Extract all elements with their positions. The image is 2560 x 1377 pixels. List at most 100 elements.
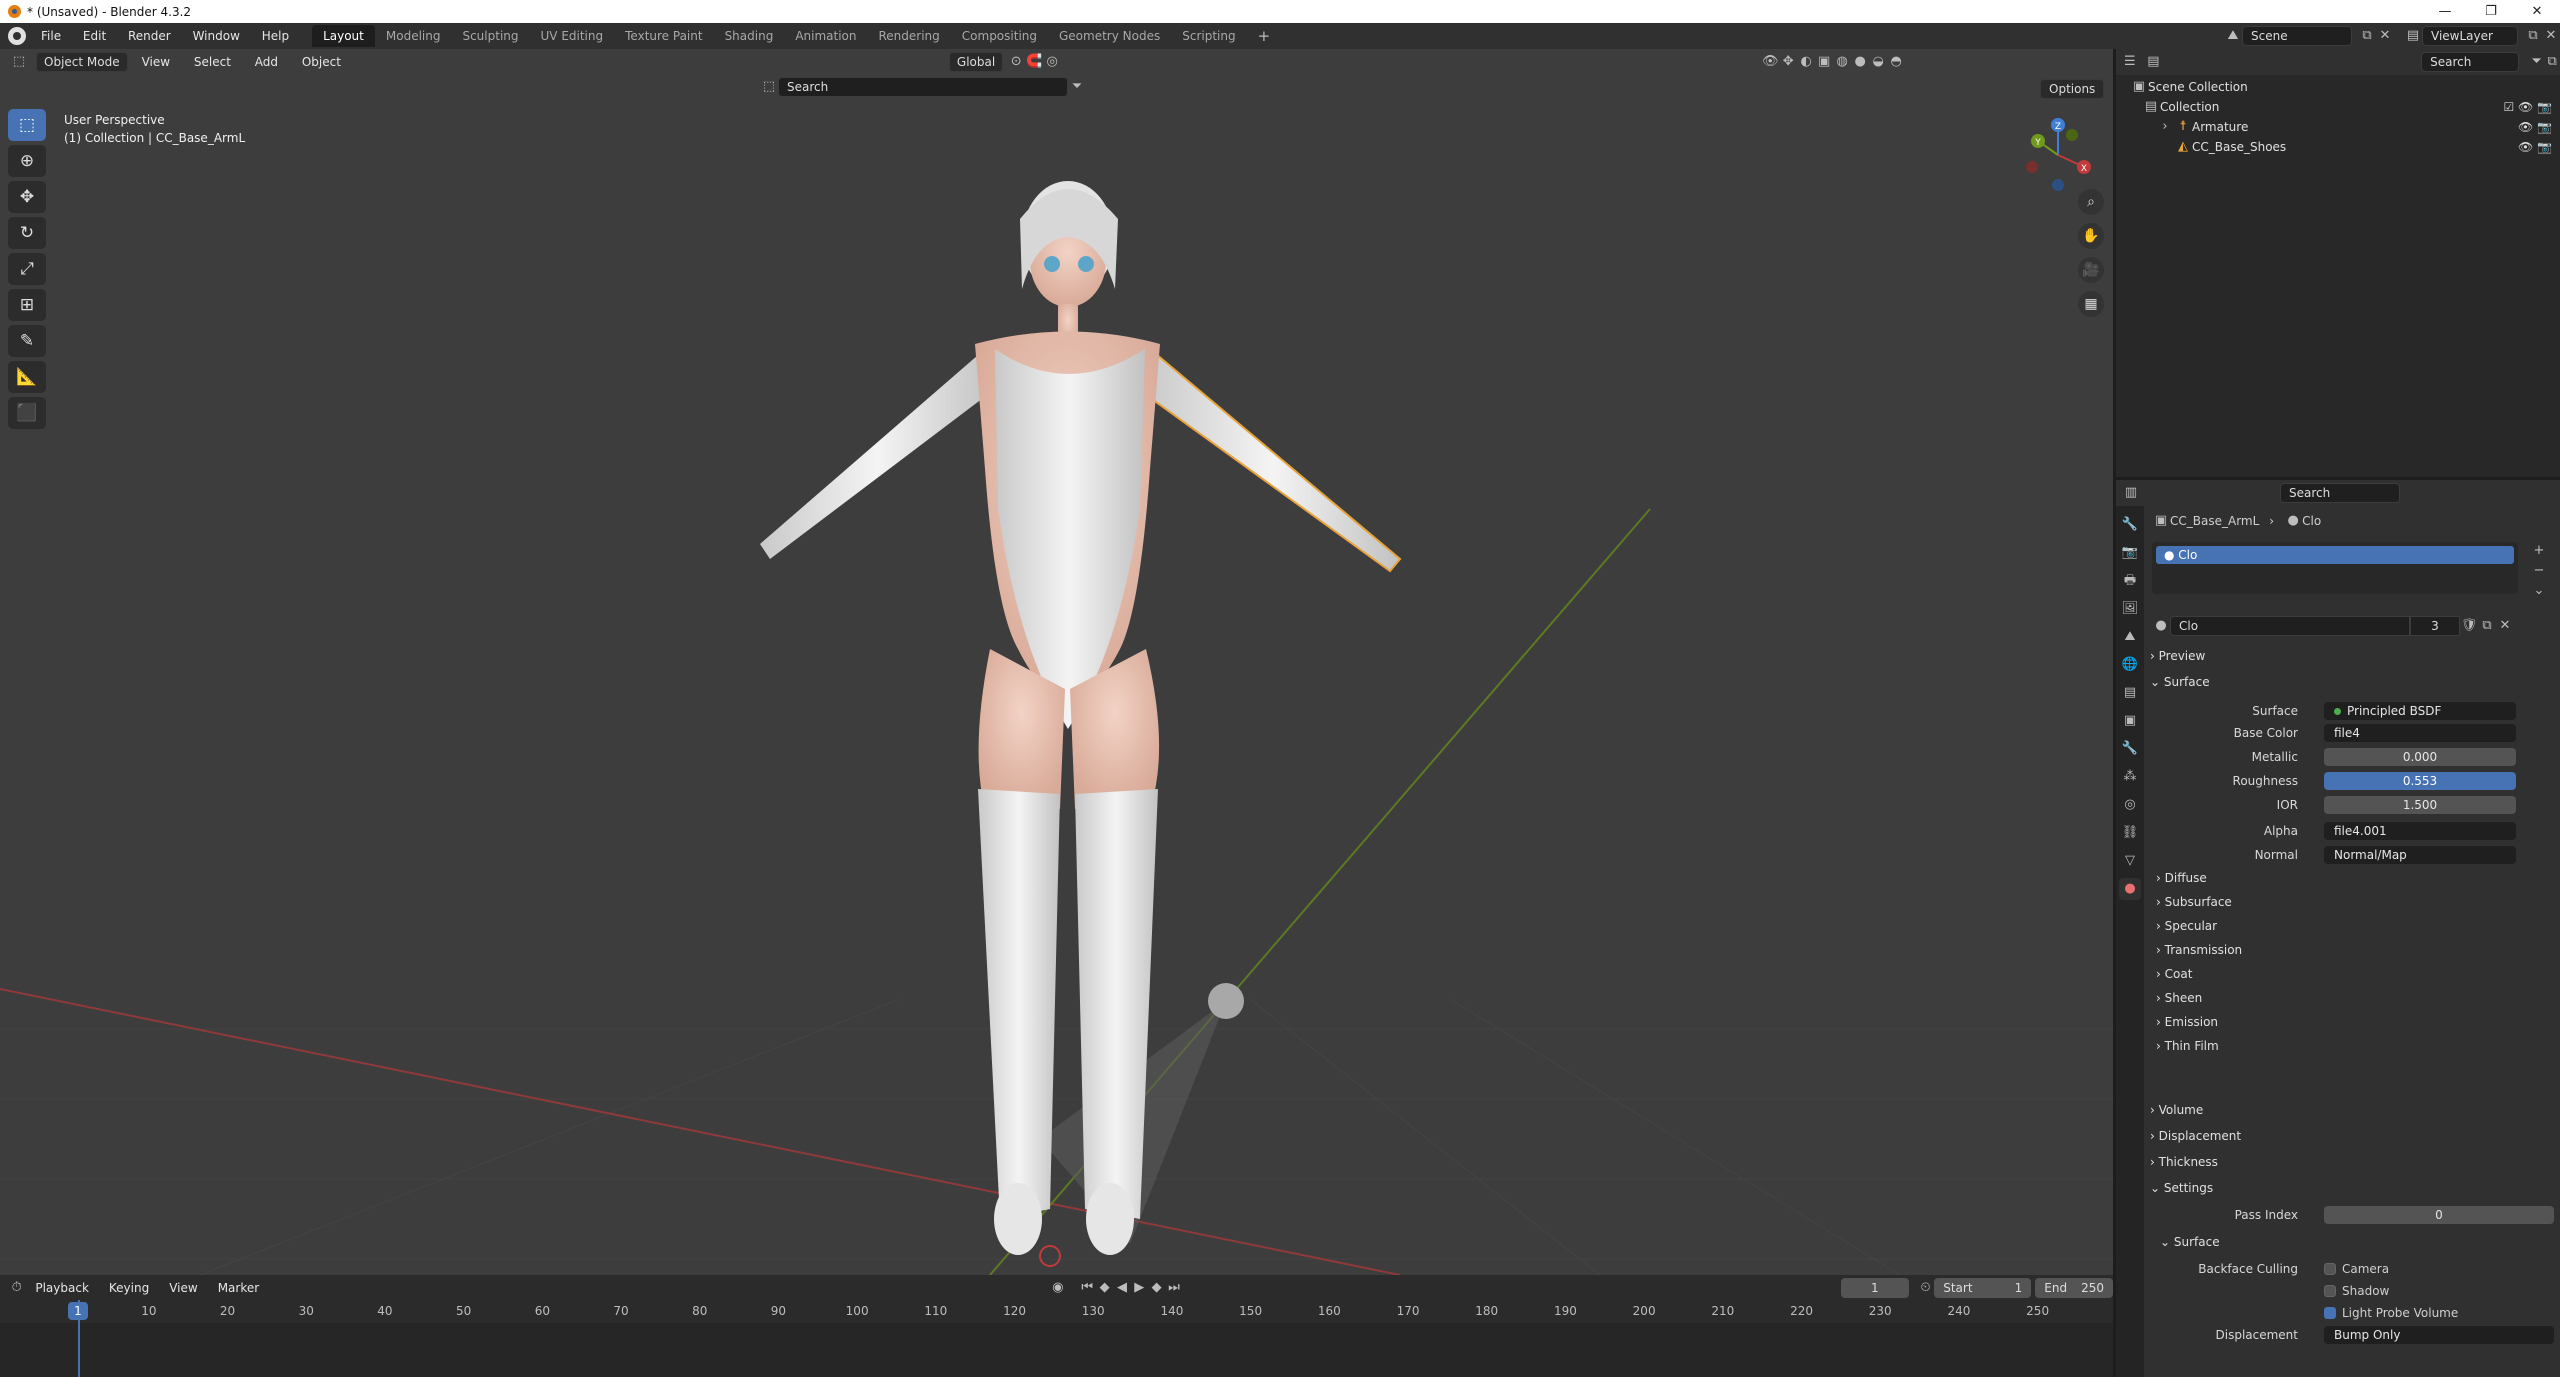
constraints-tab-icon[interactable]: ⛓ xyxy=(2119,822,2141,844)
visibility-icon[interactable]: 👁 xyxy=(1761,53,1779,71)
input-value-field[interactable]: 1.500 xyxy=(2324,796,2516,814)
modifier-tab-icon[interactable]: 🔧 xyxy=(2119,738,2141,760)
timeline-editor[interactable]: ⏱ Playback Keying View Marker ◉ ⏮ ◆ ◀ ▶ … xyxy=(0,1275,2114,1377)
input-value-field[interactable]: Normal/Map xyxy=(2324,846,2516,864)
unlink-material-icon[interactable]: ✕ xyxy=(2496,617,2514,635)
fake-user-icon[interactable]: 🛡 xyxy=(2460,617,2478,635)
material-users-count[interactable]: 3 xyxy=(2410,616,2460,636)
subpanel-header[interactable]: › Subsurface xyxy=(2156,892,2232,912)
tab-sculpting[interactable]: Sculpting xyxy=(451,25,529,47)
scale-tool-icon[interactable]: ⤢ xyxy=(8,253,46,285)
3d-viewport[interactable]: ⬚ Object Mode View Select Add Object Glo… xyxy=(0,49,2113,1275)
rotate-tool-icon[interactable]: ↻ xyxy=(8,217,46,249)
subpanel-header[interactable]: › Coat xyxy=(2156,964,2192,984)
xray-icon[interactable]: ▣ xyxy=(1815,53,1833,71)
jump-start-icon[interactable]: ⏮ xyxy=(1079,1279,1096,1297)
measure-tool-icon[interactable]: 📐 xyxy=(8,361,46,393)
tab-shading[interactable]: Shading xyxy=(714,25,785,47)
subpanel-header[interactable]: › Transmission xyxy=(2156,940,2242,960)
output-tab-icon[interactable]: 🖶 xyxy=(2119,570,2141,592)
settings-panel-header[interactable]: ⌄ Settings xyxy=(2150,1178,2213,1198)
input-value-field[interactable]: file4.001 xyxy=(2324,822,2516,840)
menu-playback[interactable]: Playback xyxy=(25,1281,99,1295)
snap-icon[interactable]: 🧲 xyxy=(1025,53,1043,71)
tab-animation[interactable]: Animation xyxy=(784,25,867,47)
light-probe-checkbox[interactable] xyxy=(2324,1307,2336,1319)
input-value-field[interactable]: 0.553 xyxy=(2324,772,2516,790)
select-box-tool-icon[interactable]: ⬚ xyxy=(8,109,46,141)
tab-scripting[interactable]: Scripting xyxy=(1171,25,1246,47)
annotate-tool-icon[interactable]: ✎ xyxy=(8,325,46,357)
menu-window[interactable]: Window xyxy=(184,23,249,49)
input-value-field[interactable]: 0.000 xyxy=(2324,748,2516,766)
menu-add[interactable]: Add xyxy=(245,55,288,69)
filter-icon[interactable]: ⏷ xyxy=(1068,78,1086,96)
collection-visibility-icon[interactable]: ☑ 👁 📷 xyxy=(2503,100,2552,114)
camera-checkbox[interactable] xyxy=(2324,1263,2336,1275)
view-layer-field[interactable]: ViewLayer xyxy=(2422,26,2518,46)
delete-scene-icon[interactable]: ✕ xyxy=(2376,27,2394,45)
scene-tab-icon[interactable]: ⛰ xyxy=(2119,626,2141,648)
shoes-visibility-icon[interactable]: 👁 📷 xyxy=(2518,140,2552,154)
tab-compositing[interactable]: Compositing xyxy=(951,25,1048,47)
particles-tab-icon[interactable]: ⁂ xyxy=(2119,766,2141,788)
delete-view-layer-icon[interactable]: ✕ xyxy=(2542,27,2560,45)
section-header[interactable]: › Volume xyxy=(2150,1100,2203,1120)
outliner-search-input[interactable]: Search xyxy=(2421,52,2519,72)
surface-panel-header[interactable]: ⌄ Surface xyxy=(2150,672,2210,692)
play-reverse-icon[interactable]: ◀ xyxy=(1113,1279,1130,1297)
timeline-editor-type-icon[interactable]: ⏱ xyxy=(8,1279,25,1297)
input-value-field[interactable]: file4 xyxy=(2324,724,2516,742)
tab-texture-paint[interactable]: Texture Paint xyxy=(614,25,713,47)
new-scene-icon[interactable]: ⧉ xyxy=(2358,27,2376,45)
pivot-icon[interactable]: ⊙ xyxy=(1007,53,1025,71)
collection-tab-icon[interactable]: ▤ xyxy=(2119,682,2141,704)
slot-menu-icon[interactable]: ⌄ xyxy=(2530,582,2548,600)
transform-tool-icon[interactable]: ⊞ xyxy=(8,289,46,321)
menu-select[interactable]: Select xyxy=(184,55,241,69)
material-tab-icon[interactable]: ● xyxy=(2119,878,2141,900)
ortho-grid-icon[interactable]: ▦ xyxy=(2078,291,2104,317)
subpanel-header[interactable]: › Sheen xyxy=(2156,988,2202,1008)
properties-editor-type-icon[interactable]: ▥ xyxy=(2122,484,2140,502)
pan-hand-icon[interactable]: ✋ xyxy=(2078,223,2104,249)
world-tab-icon[interactable]: 🌐 xyxy=(2119,654,2141,676)
tree-row-shoes[interactable]: ◭ CC_Base_Shoes 👁 📷 xyxy=(2116,137,2560,157)
shadow-checkbox[interactable] xyxy=(2324,1285,2336,1297)
proportional-edit-icon[interactable]: ◎ xyxy=(1043,53,1061,71)
surface-shader-field[interactable]: Principled BSDF xyxy=(2324,702,2516,720)
clock-icon[interactable]: ⏲ xyxy=(1917,1279,1934,1297)
light-object[interactable] xyxy=(1208,983,1244,1019)
play-icon[interactable]: ▶ xyxy=(1131,1279,1148,1297)
section-header[interactable]: › Thickness xyxy=(2150,1152,2218,1172)
add-cube-tool-icon[interactable]: ⬛ xyxy=(8,397,46,429)
tab-geometry-nodes[interactable]: Geometry Nodes xyxy=(1048,25,1171,47)
displacement-method-select[interactable]: Bump Only xyxy=(2324,1326,2554,1344)
tree-row-scene-collection[interactable]: ▣ Scene Collection xyxy=(2116,77,2560,97)
playhead-label[interactable]: 1 xyxy=(68,1302,88,1320)
physics-tab-icon[interactable]: ◎ xyxy=(2119,794,2141,816)
record-icon[interactable]: ◉ xyxy=(1049,1279,1066,1297)
material-name-field[interactable]: Clo xyxy=(2170,616,2410,636)
remove-slot-icon[interactable]: − xyxy=(2530,562,2548,580)
frame-ruler[interactable]: 1102030405060708090100110120130140150160… xyxy=(0,1302,2113,1322)
subpanel-header[interactable]: › Thin Film xyxy=(2156,1036,2219,1056)
end-frame-field[interactable]: End 250 xyxy=(2035,1278,2114,1298)
render-tab-icon[interactable]: 📷 xyxy=(2119,542,2141,564)
close-button[interactable]: ✕ xyxy=(2514,0,2560,23)
shading-rendered-icon[interactable]: ◓ xyxy=(1887,53,1905,71)
shading-wireframe-icon[interactable]: ◍ xyxy=(1833,53,1851,71)
current-frame-field[interactable]: 1 xyxy=(1840,1278,1909,1298)
shading-solid-icon[interactable]: ● xyxy=(1851,53,1869,71)
subpanel-header[interactable]: › Diffuse xyxy=(2156,868,2207,888)
expand-arrow-icon[interactable]: › xyxy=(2156,118,2174,136)
menu-keying[interactable]: Keying xyxy=(99,1281,159,1295)
browse-material-icon[interactable]: ● xyxy=(2152,617,2170,635)
menu-edit[interactable]: Edit xyxy=(74,23,115,49)
selectability-icon[interactable]: ⬚ xyxy=(760,78,778,96)
blender-menu-icon[interactable] xyxy=(8,27,26,45)
menu-object[interactable]: Object xyxy=(292,55,351,69)
menu-file[interactable]: File xyxy=(32,23,70,49)
add-slot-icon[interactable]: + xyxy=(2530,542,2548,560)
gizmo-icon[interactable]: ✥ xyxy=(1779,53,1797,71)
